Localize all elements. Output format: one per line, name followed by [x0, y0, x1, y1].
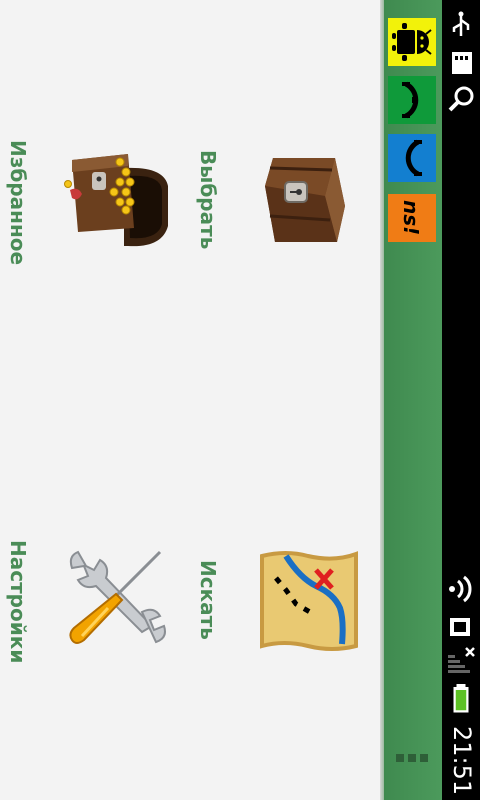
open-chest-gold-icon	[64, 154, 168, 247]
menu-label-favorites: Избранное	[6, 140, 30, 266]
clock: 21:51	[448, 726, 476, 796]
menu-item-settings[interactable]	[64, 546, 172, 652]
wrench-screwdriver-icon	[69, 550, 166, 644]
arc-icon	[402, 81, 419, 119]
orange-tile[interactable]: ns!	[388, 194, 436, 242]
search-icon	[448, 86, 474, 112]
status-bar: 21:51	[442, 0, 480, 800]
android-tile[interactable]	[388, 18, 436, 66]
sd-card-icon	[452, 52, 472, 74]
menu-label-choose: Выбрать	[196, 150, 220, 250]
green-tile[interactable]	[388, 76, 436, 124]
treasure-map-icon	[260, 551, 358, 651]
usb-icon	[452, 11, 470, 36]
lettering-icon: ns!	[399, 200, 423, 235]
sim-icon	[450, 618, 470, 636]
blue-tile[interactable]	[388, 134, 436, 182]
menu-item-search[interactable]	[256, 548, 362, 652]
treasure-chest-icon	[265, 158, 345, 242]
menu-item-favorites[interactable]	[64, 146, 172, 250]
orange-tile-text: ns!	[399, 200, 423, 235]
arc-icon	[405, 139, 422, 177]
wifi-icon	[449, 575, 472, 603]
signal-icon	[448, 647, 475, 673]
android-icon	[392, 23, 432, 61]
battery-icon	[453, 684, 469, 713]
menu-label-search: Искать	[196, 560, 220, 640]
menu-item-choose[interactable]	[255, 144, 363, 256]
menu-dots-icon[interactable]	[396, 754, 430, 764]
menu-label-settings: Настройки	[6, 540, 30, 664]
